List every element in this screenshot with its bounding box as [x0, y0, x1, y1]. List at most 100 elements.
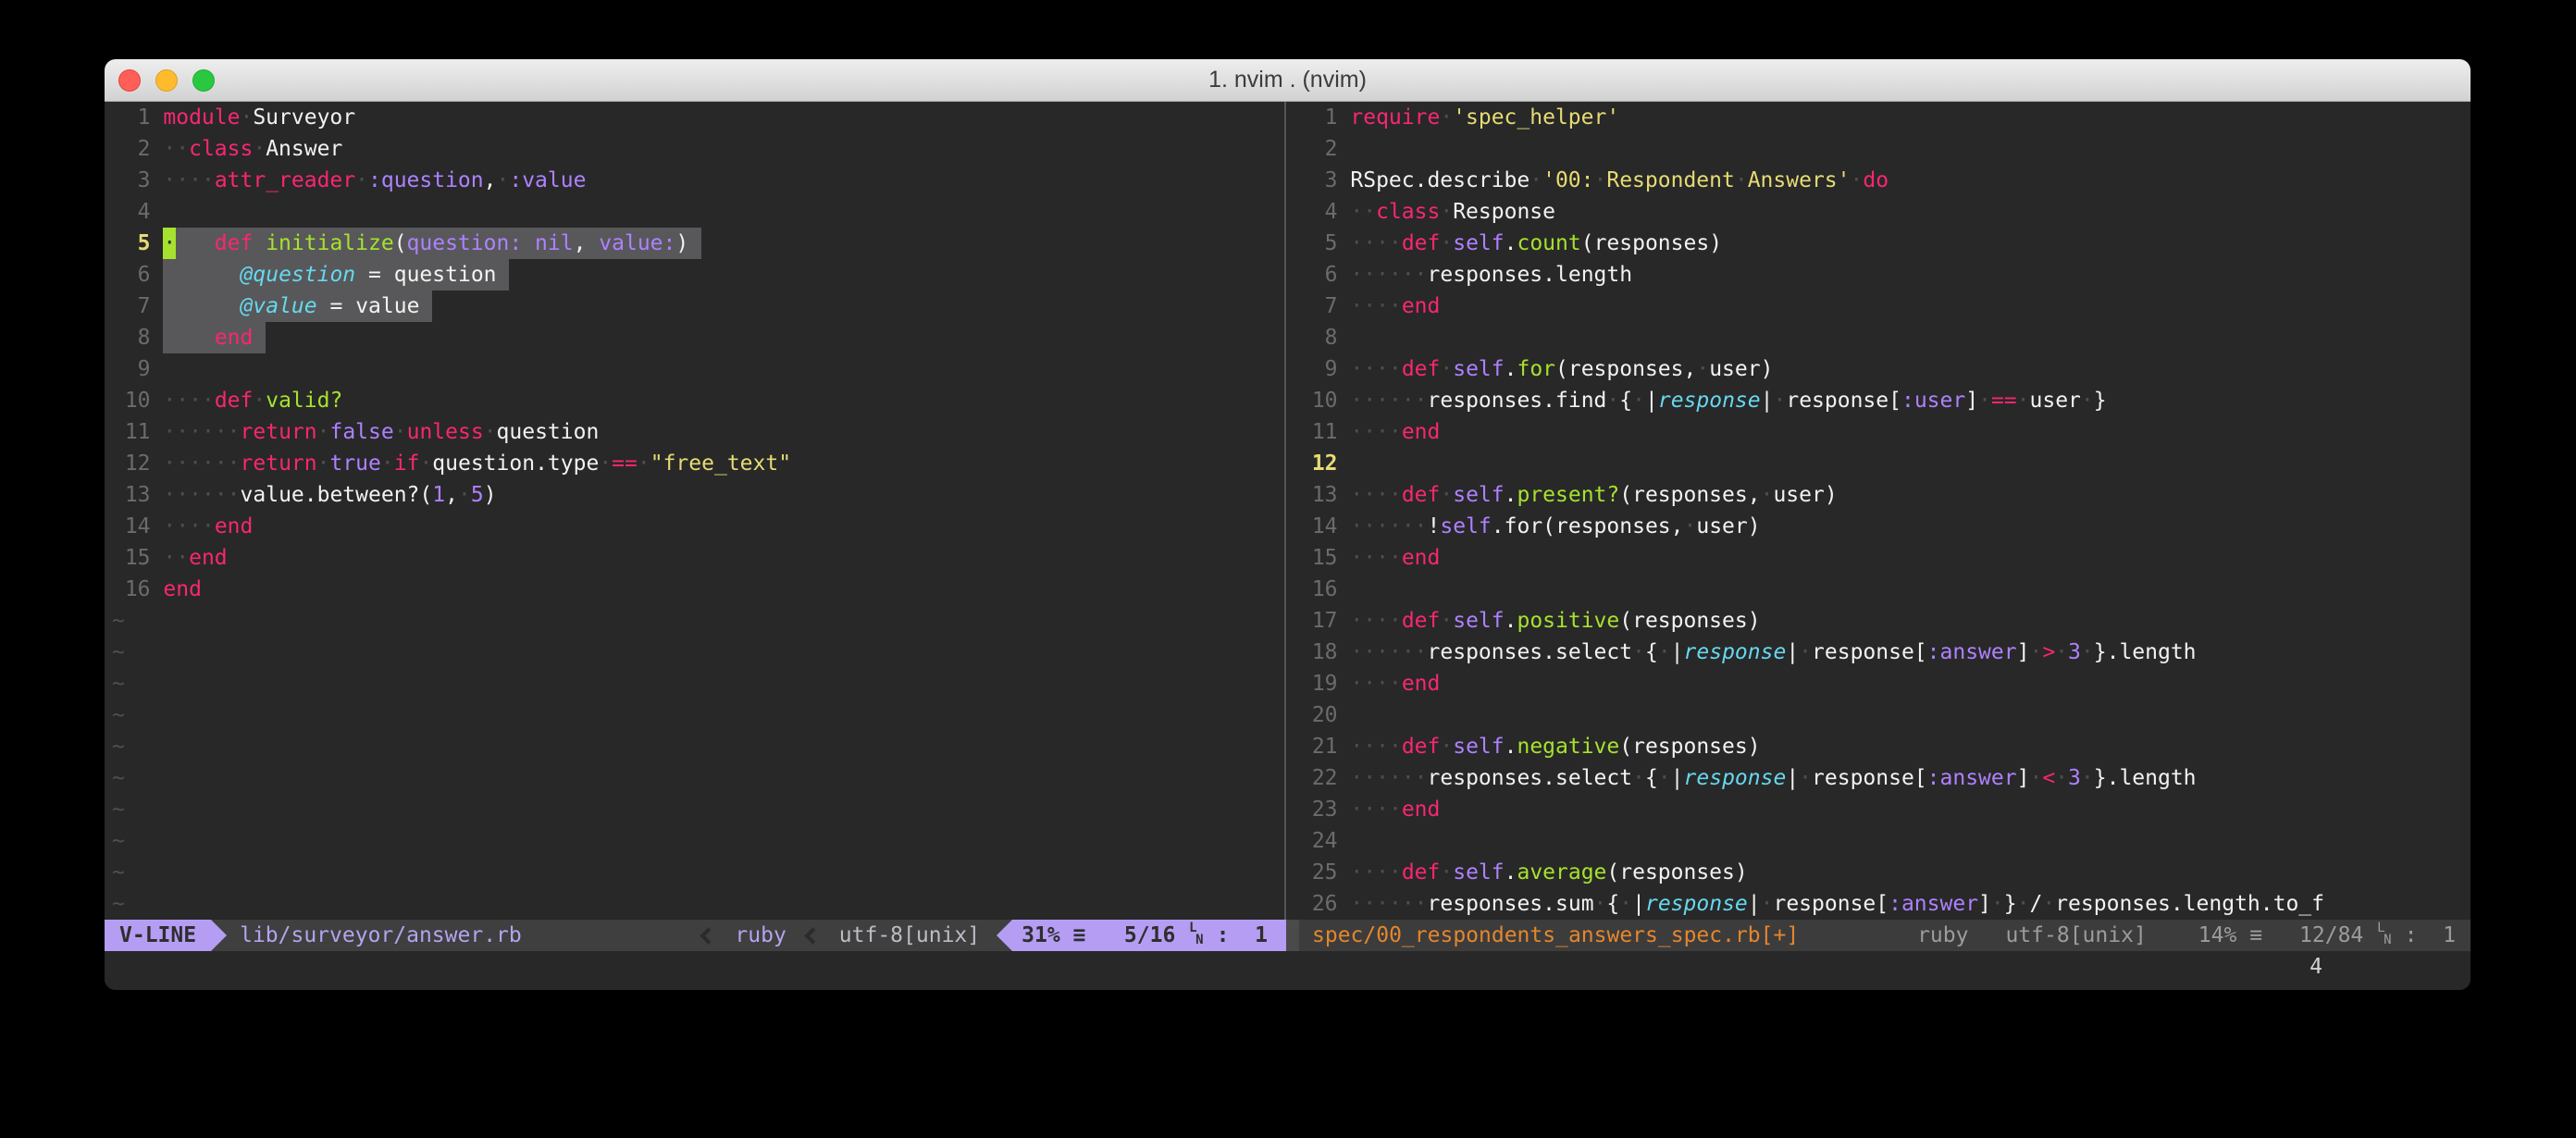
filler-tilde-line: ~: [112, 668, 1279, 699]
code-line[interactable]: 14 ······!self.for(responses,·user): [1299, 511, 2471, 542]
code-line[interactable]: 11······return·false·unless·question: [112, 416, 1279, 448]
left-filetype: ruby: [718, 920, 802, 951]
colon-separator: :: [1217, 920, 1230, 951]
code-line[interactable]: 12: [1299, 448, 2471, 479]
code-line[interactable]: 3····attr_reader·:question,·:value: [112, 165, 1279, 196]
code-line[interactable]: 26······responses.sum·{·|response|·respo…: [1299, 888, 2471, 920]
lines-icon: ≡: [2249, 920, 2262, 951]
code-line[interactable]: 24: [1299, 825, 2471, 857]
code-line[interactable]: 21····def·self.negative(responses): [1299, 731, 2471, 762]
code-line[interactable]: 13····def·self.present?(responses,·user): [1299, 479, 2471, 511]
command-line[interactable]: 4: [105, 951, 2471, 983]
code-line[interactable]: 4··class·Response: [1299, 196, 2471, 228]
code-line[interactable]: 1module·Surveyor: [112, 102, 1279, 133]
code-line[interactable]: 15····end: [1299, 542, 2471, 574]
code-line[interactable]: 7 @value = value: [112, 291, 1279, 322]
pending-command-count: 4: [2310, 951, 2322, 983]
code-line[interactable]: 23····end: [1299, 794, 2471, 825]
code-line[interactable]: 9····def·self.for(responses,·user): [1299, 353, 2471, 385]
code-line[interactable]: 6······responses.length: [1299, 259, 2471, 291]
code-text: ····end: [163, 511, 253, 542]
code-line[interactable]: 6 @question = question: [112, 259, 1279, 291]
line-number: 17: [1299, 605, 1338, 637]
code-line[interactable]: 5····def·self.count(responses): [1299, 228, 2471, 259]
code-line[interactable]: 16: [1299, 574, 2471, 605]
window-title: 1. nvim . (nvim): [1208, 67, 1367, 93]
line-number: 14: [1299, 511, 1338, 542]
right-cursor-column: 1: [2443, 920, 2456, 951]
code-text: @value = value: [163, 291, 432, 322]
code-line[interactable]: 7····end: [1299, 291, 2471, 322]
code-line[interactable]: 25 ····def·self.average(responses): [1299, 857, 2471, 888]
code-line[interactable]: 4: [112, 196, 1279, 228]
code-line[interactable]: 12······return·true·if·question.type·==·…: [112, 448, 1279, 479]
code-text: end: [163, 322, 266, 353]
code-line[interactable]: 20: [1299, 699, 2471, 731]
code-text: ······responses.sum·{·|response|·respons…: [1350, 888, 2324, 920]
colon-separator: :: [2405, 920, 2418, 951]
code-text: ··class·Response: [1350, 196, 1555, 228]
line-number: 10: [1299, 385, 1338, 416]
code-text: end: [163, 574, 202, 605]
code-text: ····end: [1350, 416, 1440, 448]
chevron-left-icon: [804, 927, 821, 944]
code-text: ······!self.for(responses,·user): [1350, 511, 1760, 542]
line-number: 25: [1299, 857, 1338, 888]
tilde-marker: ~: [112, 637, 125, 668]
code-line[interactable]: 5· def initialize(question: nil, value:): [112, 228, 1279, 259]
code-line[interactable]: 2··class·Answer: [112, 133, 1279, 165]
line-number: 5: [112, 228, 151, 259]
code-line[interactable]: 15··end: [112, 542, 1279, 574]
filler-tilde-line: ~: [112, 699, 1279, 731]
line-number: 2: [1299, 133, 1338, 165]
line-number: 16: [1299, 574, 1338, 605]
powerline-arrow-icon: [997, 920, 1012, 951]
right-cursor-position: 12/84: [2299, 920, 2363, 951]
code-line[interactable]: 18······responses.select·{·|response|·re…: [1299, 637, 2471, 668]
code-line[interactable]: 16end: [112, 574, 1279, 605]
line-number: 10: [112, 385, 151, 416]
code-text: ····def·self.count(responses): [1350, 228, 1722, 259]
code-line[interactable]: 22······responses.select·{·|response|·re…: [1299, 762, 2471, 794]
code-line[interactable]: 10····def·valid?: [112, 385, 1279, 416]
line-number: 12: [112, 448, 151, 479]
line-number: 7: [112, 291, 151, 322]
code-line[interactable]: 2: [1299, 133, 2471, 165]
minimize-button[interactable]: [155, 69, 178, 92]
left-editor-pane[interactable]: 1module·Surveyor2··class·Answer3····attr…: [105, 102, 1279, 920]
code-text: ····def·self.average(responses): [1350, 857, 1747, 888]
code-line[interactable]: 14····end: [112, 511, 1279, 542]
tilde-marker: ~: [112, 825, 125, 857]
code-line[interactable]: 8 end: [112, 322, 1279, 353]
code-line[interactable]: 11····end: [1299, 416, 2471, 448]
line-number: 13: [1299, 479, 1338, 511]
code-line[interactable]: 1require·'spec_helper': [1299, 102, 2471, 133]
nvim-terminal: 1module·Surveyor2··class·Answer3····attr…: [105, 102, 2471, 990]
line-number: 1: [112, 102, 151, 133]
tilde-marker: ~: [112, 731, 125, 762]
fullscreen-button[interactable]: [192, 69, 215, 92]
line-number: 9: [112, 353, 151, 385]
right-editor-pane[interactable]: 1require·'spec_helper'23RSpec.describe·'…: [1292, 102, 2471, 920]
mode-indicator: V-LINE: [105, 920, 211, 951]
code-line[interactable]: 10······responses.find·{·|response|·resp…: [1299, 385, 2471, 416]
line-number: 20: [1299, 699, 1338, 731]
line-number: 8: [1299, 322, 1338, 353]
close-button[interactable]: [118, 69, 141, 92]
line-number: 23: [1299, 794, 1338, 825]
line-number: 21: [1299, 731, 1338, 762]
left-cursor-position: 5/16: [1124, 920, 1175, 951]
vertical-split-separator[interactable]: [1279, 102, 1292, 920]
code-text: ····end: [1350, 542, 1440, 574]
code-line[interactable]: 13······value.between?(1,·5): [112, 479, 1279, 511]
code-line[interactable]: 8: [1299, 322, 2471, 353]
code-line[interactable]: 9: [112, 353, 1279, 385]
code-text: ······return·false·unless·question: [163, 416, 599, 448]
tilde-marker: ~: [112, 762, 125, 794]
code-line[interactable]: 17····def·self.positive(responses): [1299, 605, 2471, 637]
code-text: ··end: [163, 542, 227, 574]
code-line[interactable]: 19····end: [1299, 668, 2471, 699]
window-titlebar[interactable]: 1. nvim . (nvim): [105, 59, 2471, 102]
code-line[interactable]: 3RSpec.describe·'00:·Respondent·Answers'…: [1299, 165, 2471, 196]
code-text: ······responses.length: [1350, 259, 1632, 291]
